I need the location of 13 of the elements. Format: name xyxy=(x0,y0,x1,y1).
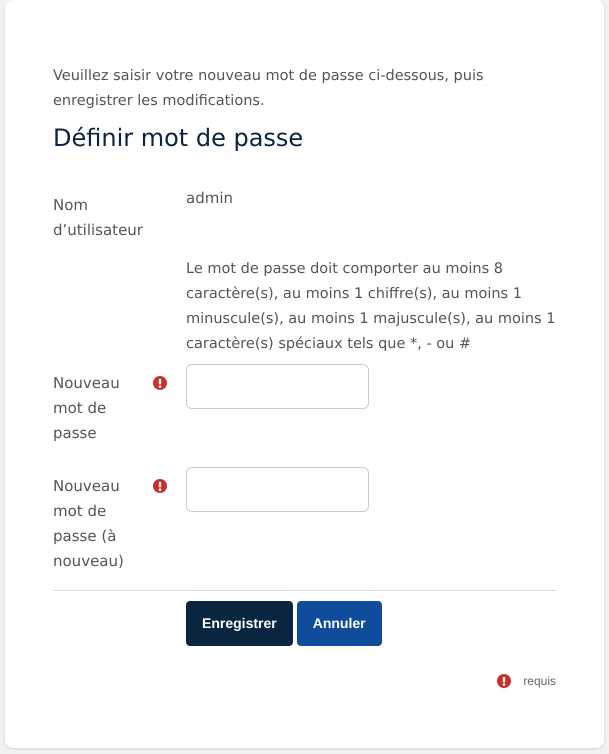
field-label: Nouveau mot de passe (à nouveau) xyxy=(53,477,124,570)
password-rules-text: Le mot de passe doit comporter au moins 8 caractère(s), au moins 1 chiffre(s), au moins 1 minuscule(s), au moins 1 majuscule(s), au moins 1 caractère(s) spéciaux tels que *, - ou # xyxy=(186,260,556,354)
exclamation-icon xyxy=(497,674,512,688)
field-label: Nouveau mot de passe xyxy=(53,374,120,442)
password-field[interactable] xyxy=(186,364,369,409)
cancel-button[interactable]: Annuler xyxy=(296,601,382,646)
username-value: admin xyxy=(186,188,234,209)
required-legend: requis xyxy=(523,672,556,690)
password-field[interactable] xyxy=(186,467,369,512)
save-button[interactable]: Enregistrer xyxy=(186,601,293,646)
field-label: Nom d’utilisateur xyxy=(53,196,143,239)
page-heading: Définir mot de passe xyxy=(53,123,304,154)
intro-text: Veuillez saisir votre nouveau mot de passe ci-dessous, puis enregistrer les modifications. xyxy=(53,67,485,111)
